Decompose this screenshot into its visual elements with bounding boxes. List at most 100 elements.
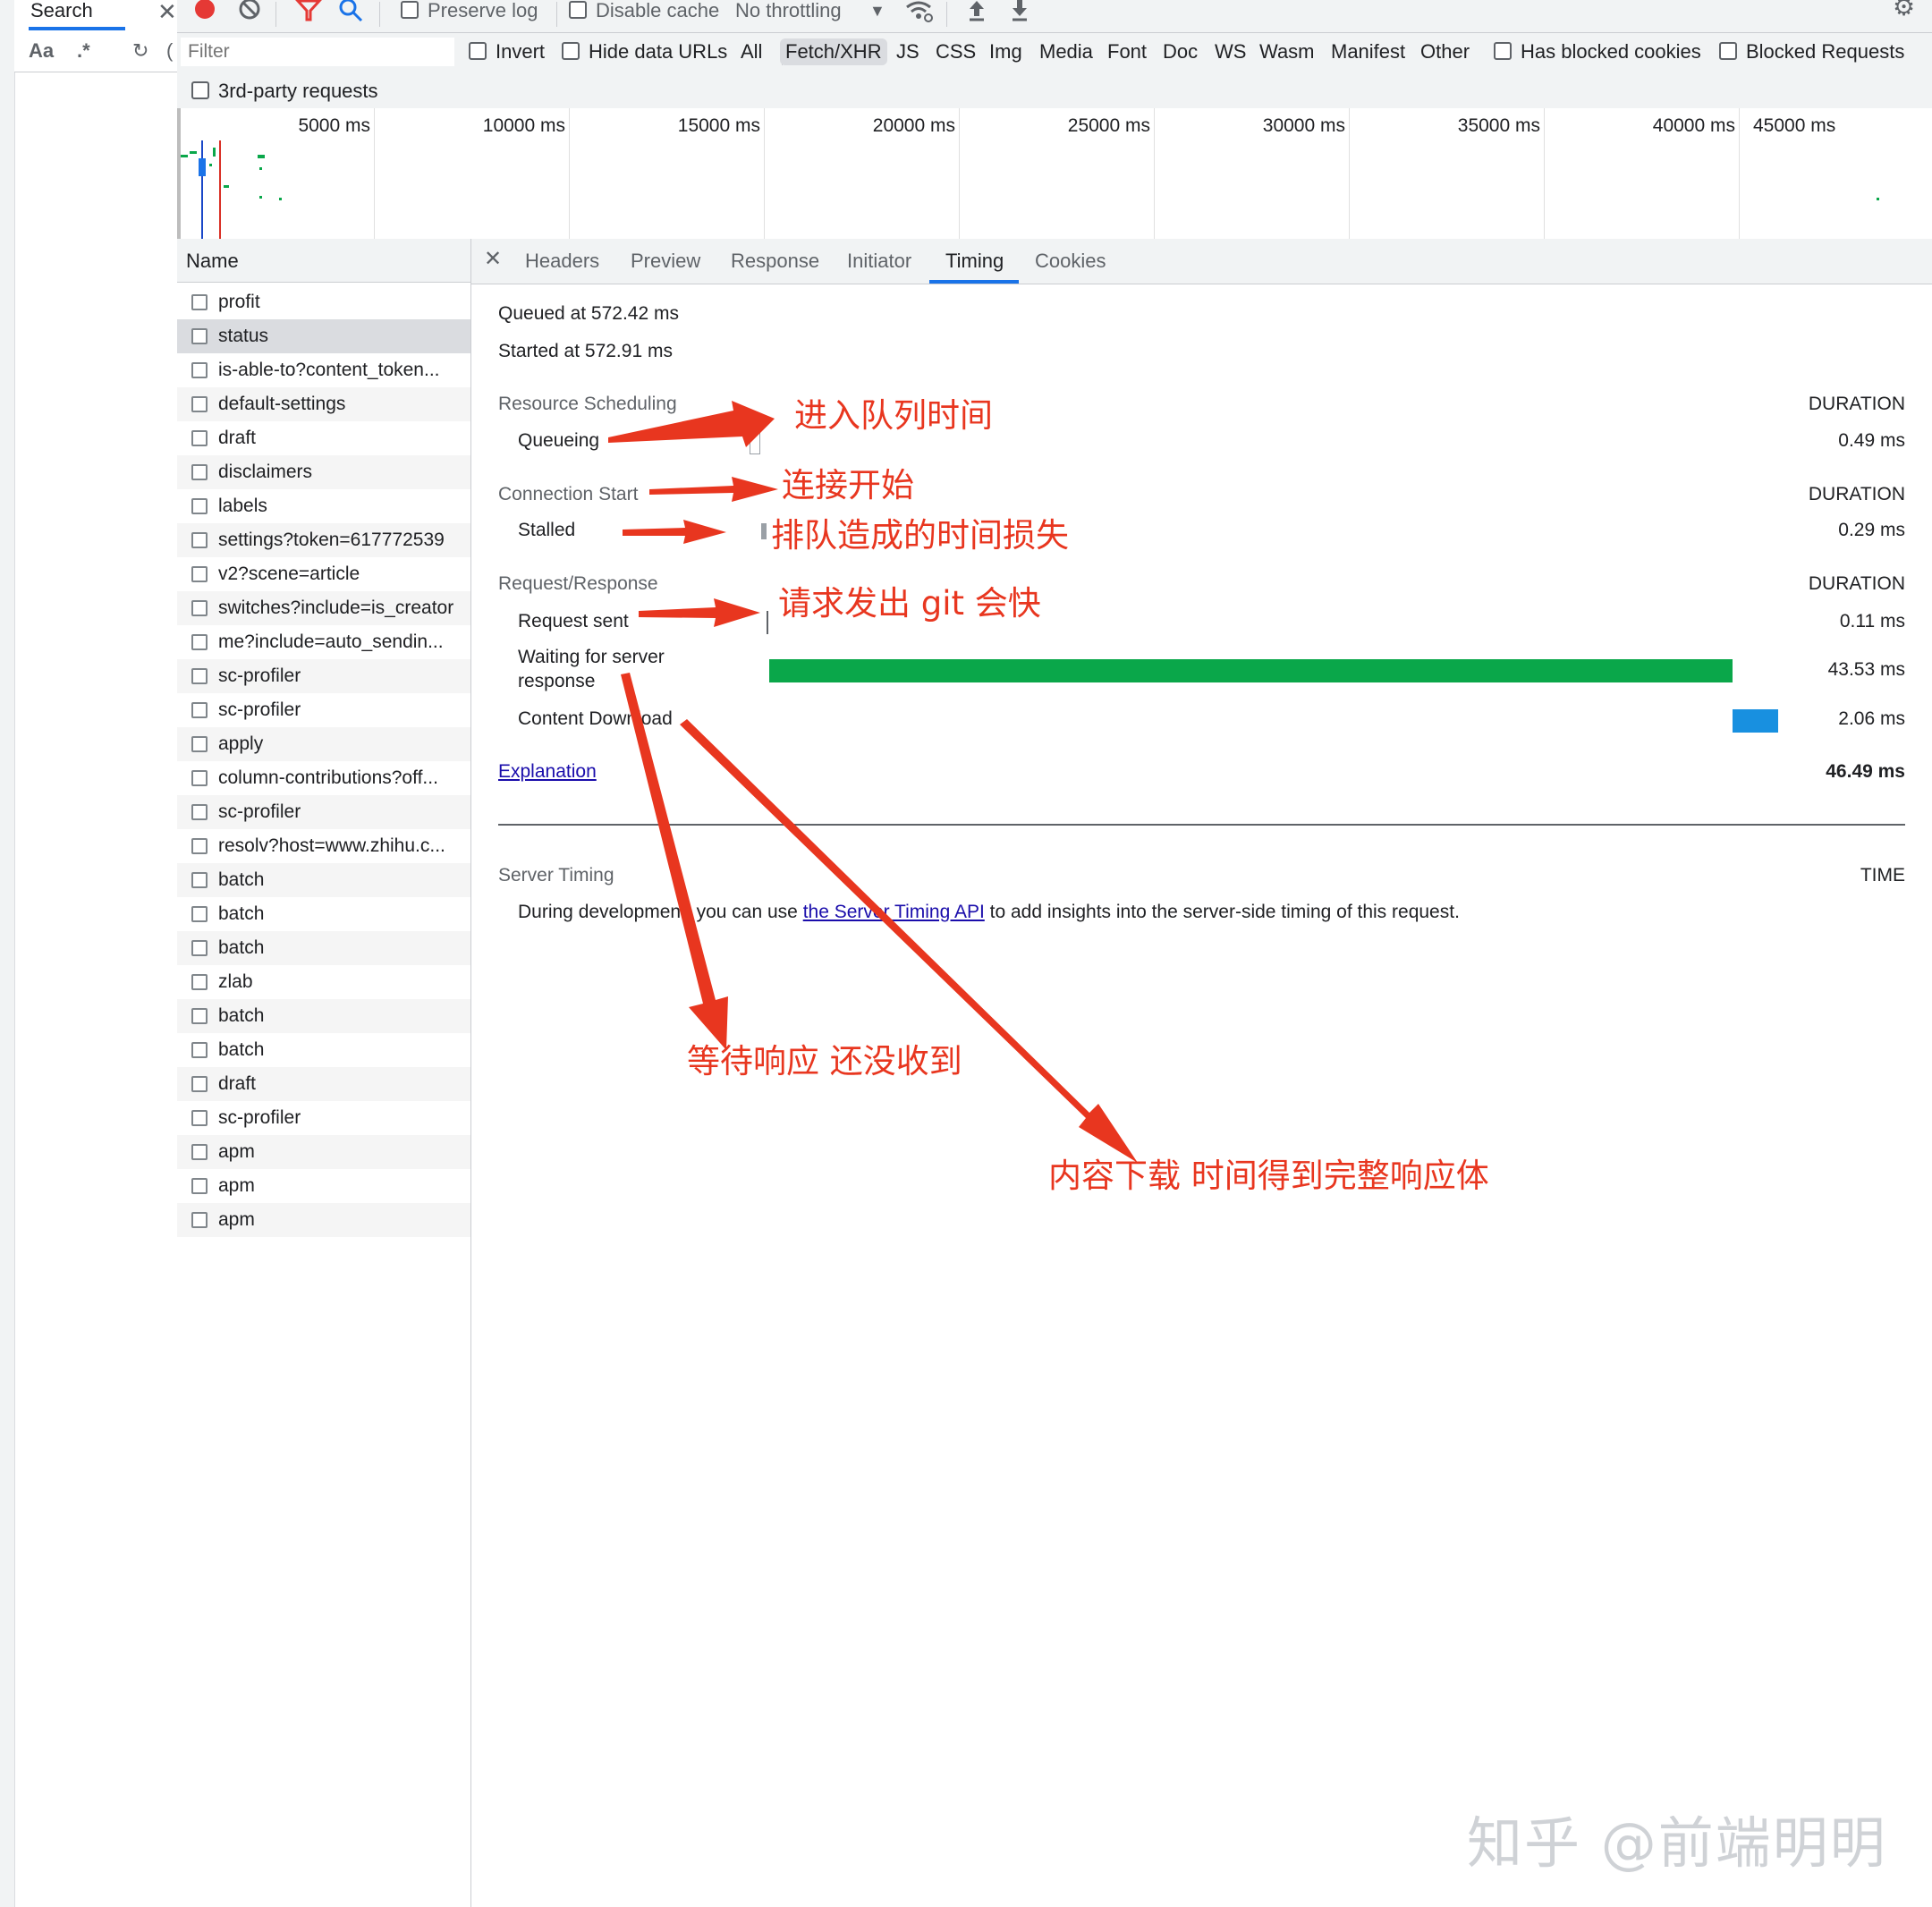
has-blocked-cookies-label: Has blocked cookies (1521, 40, 1701, 63)
content-download-label: Content Download (518, 708, 673, 729)
type-filter-media[interactable]: Media (1039, 38, 1093, 65)
request-name: default-settings (218, 394, 346, 414)
request-name: apply (218, 733, 264, 754)
request-row[interactable]: labels (177, 489, 470, 523)
request-row[interactable]: apm (177, 1169, 470, 1203)
import-har-icon[interactable] (966, 0, 987, 23)
type-filter-fetch-xhr[interactable]: Fetch/XHR (780, 38, 887, 65)
separator (379, 2, 380, 27)
tab-initiator[interactable]: Initiator (847, 250, 911, 273)
third-party-checkbox[interactable]: 3rd-party requests (191, 78, 378, 105)
type-filter-font[interactable]: Font (1107, 38, 1147, 65)
request-row-selected[interactable]: status (177, 319, 470, 353)
explanation-link[interactable]: Explanation (498, 761, 597, 783)
type-filter-css[interactable]: CSS (936, 38, 976, 65)
request-row[interactable]: zlab (177, 965, 470, 999)
type-filter-img[interactable]: Img (989, 38, 1022, 65)
annotation-connection-start: 连接开始 (782, 466, 914, 504)
request-row[interactable]: draft (177, 1067, 470, 1101)
request-name: sc-profiler (218, 1107, 301, 1128)
type-filter-other[interactable]: Other (1420, 38, 1470, 65)
type-filter-all[interactable]: All (741, 38, 762, 65)
request-row[interactable]: default-settings (177, 387, 470, 421)
refresh-icon[interactable]: ↻ (132, 39, 148, 63)
request-sent-label: Request sent (518, 611, 629, 631)
request-row[interactable]: apm (177, 1135, 470, 1169)
stalled-duration: 0.29 ms (1838, 520, 1905, 540)
request-row[interactable]: sc-profiler (177, 1101, 470, 1135)
request-row[interactable]: apm (177, 1203, 470, 1237)
request-row[interactable]: v2?scene=article (177, 557, 470, 591)
clear-icon[interactable] (238, 0, 263, 23)
close-icon[interactable]: ✕ (484, 246, 502, 272)
type-filter-wasm[interactable]: Wasm (1259, 38, 1315, 65)
record-icon[interactable] (193, 0, 218, 23)
settings-gear-icon[interactable]: ⚙ (1893, 0, 1915, 20)
filter-input[interactable] (181, 38, 454, 66)
type-filter-doc[interactable]: Doc (1163, 38, 1198, 65)
request-row[interactable]: settings?token=617772539 (177, 523, 470, 557)
request-row[interactable]: column-contributions?off... (177, 761, 470, 795)
request-row[interactable]: batch (177, 897, 470, 931)
type-filter-manifest[interactable]: Manifest (1331, 38, 1405, 65)
name-column-header[interactable]: Name (177, 239, 470, 283)
request-row[interactable]: batch (177, 999, 470, 1033)
search-icon[interactable] (338, 0, 365, 23)
type-filter-ws[interactable]: WS (1215, 38, 1246, 65)
request-name: resolv?host=www.zhihu.c... (218, 835, 445, 856)
request-row[interactable]: is-able-to?content_token... (177, 353, 470, 387)
request-row[interactable]: batch (177, 1033, 470, 1067)
waiting-duration: 43.53 ms (1827, 659, 1905, 680)
request-row[interactable]: switches?include=is_creator (177, 591, 470, 625)
tab-response[interactable]: Response (731, 250, 819, 273)
request-row[interactable]: sc-profiler (177, 795, 470, 829)
section-connection-start: Connection Start (498, 484, 639, 504)
regex-toggle[interactable]: .* (77, 39, 90, 63)
separator (946, 2, 947, 27)
request-row[interactable]: resolv?host=www.zhihu.c... (177, 829, 470, 863)
tab-timing[interactable]: Timing (945, 250, 1004, 273)
invert-label: Invert (496, 40, 546, 63)
type-filter-js[interactable]: JS (896, 38, 919, 65)
disable-cache-checkbox[interactable]: Disable cache (569, 0, 719, 21)
export-har-icon[interactable] (1009, 0, 1030, 23)
tab-cookies[interactable]: Cookies (1035, 250, 1106, 273)
request-row[interactable]: sc-profiler (177, 693, 470, 727)
request-row[interactable]: sc-profiler (177, 659, 470, 693)
request-row[interactable]: batch (177, 863, 470, 897)
server-timing-text: During development, you can use (518, 902, 803, 922)
server-timing-api-link[interactable]: the Server Timing API (803, 902, 985, 922)
tab-headers[interactable]: Headers (525, 250, 599, 273)
tab-preview[interactable]: Preview (631, 250, 700, 273)
request-name: disclaimers (218, 462, 313, 482)
clear-search-icon[interactable]: ( (166, 39, 173, 63)
search-tab[interactable]: Search (30, 0, 93, 21)
request-name: zlab (218, 971, 253, 992)
throttling-select[interactable]: No throttling (735, 0, 842, 21)
network-toolbar: Preserve log Disable cache No throttling… (177, 0, 1932, 33)
filter-icon[interactable] (295, 0, 322, 23)
queued-at: Queued at 572.42 ms (498, 303, 679, 324)
request-name: batch (218, 1039, 265, 1060)
preserve-log-checkbox[interactable]: Preserve log (401, 0, 538, 21)
has-blocked-cookies-checkbox[interactable]: Has blocked cookies (1494, 38, 1701, 65)
request-name: batch (218, 869, 265, 890)
request-row[interactable]: apply (177, 727, 470, 761)
request-row[interactable]: disclaimers (177, 455, 470, 489)
stalled-label: Stalled (518, 520, 576, 540)
request-row[interactable]: profit (177, 285, 470, 319)
close-icon[interactable]: ✕ (157, 0, 177, 26)
waiting-label-line2: response (518, 671, 596, 691)
network-overview[interactable]: 5000 ms 10000 ms 15000 ms 20000 ms 25000… (177, 108, 1932, 240)
network-conditions-icon[interactable] (903, 0, 934, 23)
request-row[interactable]: draft (177, 421, 470, 455)
request-row[interactable]: batch (177, 931, 470, 965)
blocked-requests-checkbox[interactable]: Blocked Requests (1719, 38, 1904, 65)
queueing-bar (750, 433, 760, 454)
request-name: batch (218, 937, 265, 958)
invert-checkbox[interactable]: Invert (469, 38, 545, 65)
chevron-down-icon[interactable]: ▼ (869, 0, 886, 21)
hide-data-urls-checkbox[interactable]: Hide data URLs (562, 38, 727, 65)
request-row[interactable]: me?include=auto_sendin... (177, 625, 470, 659)
match-case-toggle[interactable]: Aa (29, 39, 54, 63)
